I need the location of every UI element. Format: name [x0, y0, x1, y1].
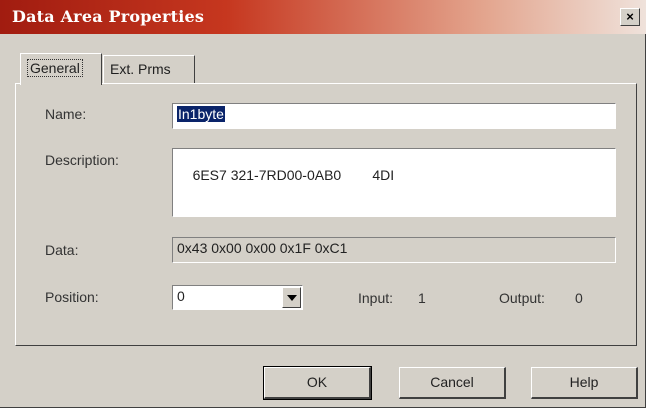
chevron-down-icon[interactable]	[282, 287, 301, 308]
data-field: 0x43 0x00 0x00 0x1F 0xC1	[172, 237, 616, 263]
output-value: 0	[575, 290, 583, 306]
position-value: 0	[177, 288, 185, 304]
output-label: Output:	[499, 290, 545, 306]
window-title: Data Area Properties	[12, 7, 205, 26]
name-label: Name:	[45, 106, 87, 122]
ok-button[interactable]: OK	[263, 366, 372, 400]
title-bar[interactable]: Data Area Properties ×	[0, 0, 646, 34]
name-value: In1byte	[177, 106, 225, 122]
description-field[interactable]: 6ES7 321-7RD00-0AB0 4DI	[172, 148, 616, 217]
tab-ext-prms-label: Ext. Prms	[110, 61, 171, 77]
data-area-properties-dialog: Data Area Properties × General Ext. Prms…	[0, 0, 646, 408]
data-label: Data:	[45, 242, 79, 258]
tab-ext-prms[interactable]: Ext. Prms	[103, 55, 195, 83]
tab-general[interactable]: General	[20, 53, 102, 85]
position-label: Position:	[45, 289, 99, 305]
position-dropdown[interactable]: 0	[172, 285, 303, 310]
cancel-button[interactable]: Cancel	[399, 367, 506, 399]
input-value: 1	[418, 290, 426, 306]
tab-general-label: General	[27, 59, 83, 77]
close-button[interactable]: ×	[620, 8, 640, 26]
name-field[interactable]: In1byte	[172, 103, 616, 129]
input-label: Input:	[358, 290, 394, 306]
close-icon: ×	[626, 9, 634, 24]
description-value: 6ES7 321-7RD00-0AB0 4DI	[192, 167, 395, 183]
description-label: Description:	[45, 152, 119, 168]
help-button[interactable]: Help	[531, 367, 638, 399]
data-value: 0x43 0x00 0x00 0x1F 0xC1	[177, 240, 348, 256]
